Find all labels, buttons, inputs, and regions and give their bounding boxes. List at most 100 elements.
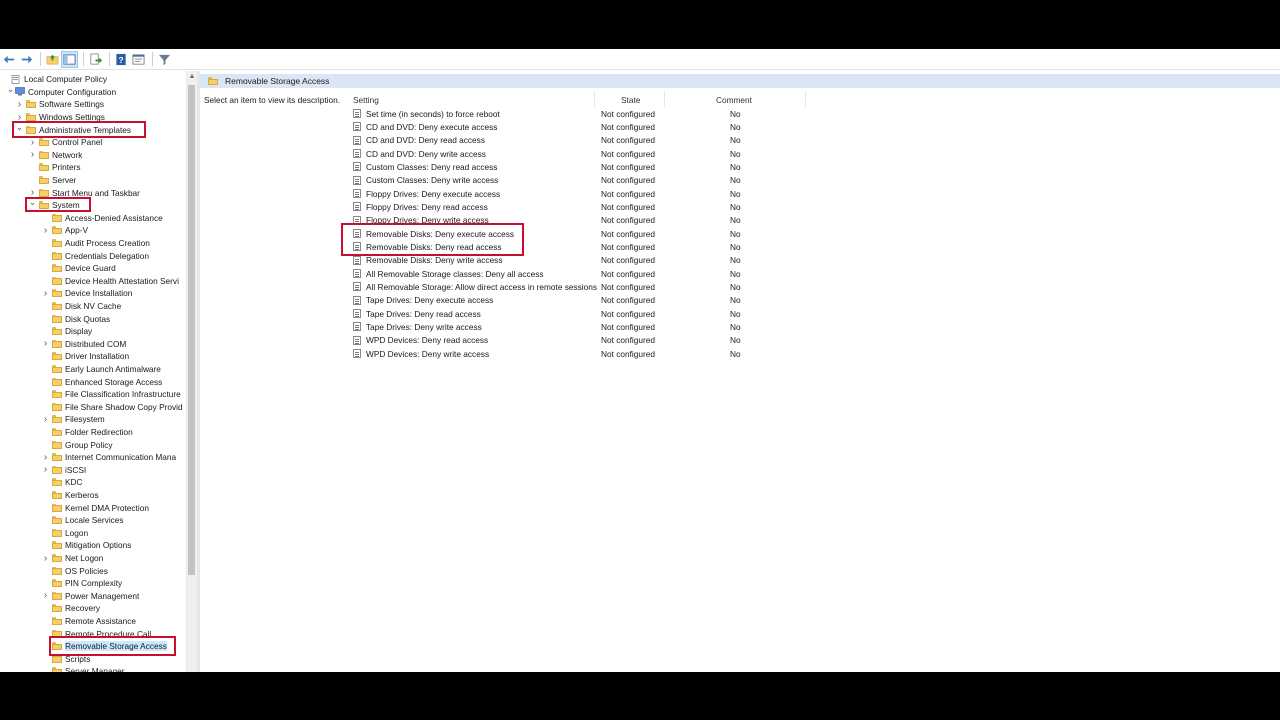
policy-row[interactable]: WPD Devices: Deny write access Not config… bbox=[349, 347, 849, 360]
tree-item[interactable]: Remote Assistance bbox=[0, 615, 197, 628]
tree-item[interactable]: File Share Shadow Copy Provid bbox=[0, 401, 197, 414]
chevron-right-icon[interactable]: › bbox=[41, 464, 50, 475]
tree-item[interactable]: › Internet Communication Mana bbox=[0, 451, 197, 464]
tree-item[interactable]: › Distributed COM bbox=[0, 338, 197, 351]
tree-item[interactable]: KDC bbox=[0, 476, 197, 489]
folder-icon bbox=[52, 491, 62, 500]
column-header-comment[interactable]: Comment bbox=[665, 91, 806, 107]
policy-row[interactable]: All Removable Storage classes: Deny all … bbox=[349, 267, 849, 280]
setting-comment: No bbox=[730, 295, 741, 306]
tree-item[interactable]: › App-V bbox=[0, 224, 197, 237]
chevron-right-icon[interactable]: › bbox=[41, 288, 50, 299]
tree-item[interactable]: Locale Services bbox=[0, 514, 197, 527]
tree-item[interactable]: Credentials Delegation bbox=[0, 249, 197, 262]
forward-icon[interactable] bbox=[19, 52, 34, 67]
chevron-right-icon[interactable]: › bbox=[41, 414, 50, 425]
folder-icon bbox=[52, 440, 62, 449]
tree-item[interactable]: Server Manager bbox=[0, 665, 197, 672]
policy-setting-icon bbox=[353, 255, 361, 265]
export-list-icon[interactable] bbox=[88, 52, 103, 67]
tree-item[interactable]: › Network bbox=[0, 149, 197, 162]
policy-row[interactable]: CD and DVD: Deny execute access Not confi… bbox=[349, 120, 849, 133]
scrollbar-thumb[interactable] bbox=[188, 85, 195, 575]
tree-item[interactable]: Recovery bbox=[0, 602, 197, 615]
chevron-right-icon[interactable]: › bbox=[41, 553, 50, 564]
chevron-down-icon[interactable]: ⌄ bbox=[6, 84, 15, 94]
tree-item[interactable]: Group Policy bbox=[0, 438, 197, 451]
tree-item[interactable]: Audit Process Creation bbox=[0, 237, 197, 250]
chevron-right-icon[interactable]: › bbox=[28, 137, 37, 148]
tree-item[interactable]: › iSCSI bbox=[0, 464, 197, 477]
policy-row[interactable]: Custom Classes: Deny read access Not conf… bbox=[349, 160, 849, 173]
policy-row[interactable]: CD and DVD: Deny read access Not configur… bbox=[349, 134, 849, 147]
policy-row[interactable]: Floppy Drives: Deny read access Not confi… bbox=[349, 200, 849, 213]
scroll-up-arrow-icon[interactable]: ▲ bbox=[188, 73, 196, 81]
tree-item[interactable]: Local Computer Policy bbox=[0, 73, 188, 86]
folder-icon bbox=[52, 516, 62, 525]
chevron-right-icon[interactable]: › bbox=[28, 149, 37, 160]
policy-row[interactable]: WPD Devices: Deny read access Not configu… bbox=[349, 334, 849, 347]
tree-item-label: Mitigation Options bbox=[65, 540, 132, 551]
setting-name: Removable Disks: Deny write access bbox=[366, 255, 503, 266]
tree-item[interactable]: Device Guard bbox=[0, 262, 197, 275]
tree-item[interactable]: Display bbox=[0, 325, 197, 338]
tree-item[interactable]: › Power Management bbox=[0, 590, 197, 603]
tree-item[interactable]: PIN Complexity bbox=[0, 577, 197, 590]
setting-comment: No bbox=[730, 161, 741, 172]
policy-row[interactable]: Floppy Drives: Deny execute access Not co… bbox=[349, 187, 849, 200]
chevron-right-icon[interactable]: › bbox=[15, 99, 24, 110]
policy-row[interactable]: Tape Drives: Deny write access Not config… bbox=[349, 320, 849, 333]
setting-name: WPD Devices: Deny write access bbox=[366, 348, 490, 359]
chevron-right-icon[interactable]: › bbox=[41, 452, 50, 463]
setting-state: Not configured bbox=[601, 295, 655, 306]
help-icon[interactable]: ? bbox=[114, 52, 129, 67]
tree-item[interactable]: › Software Settings bbox=[0, 98, 197, 111]
tree-item[interactable]: › Net Logon bbox=[0, 552, 197, 565]
tree-item[interactable]: Device Health Attestation Servi bbox=[0, 275, 197, 288]
tree-item[interactable]: OS Policies bbox=[0, 564, 197, 577]
column-header-setting[interactable]: Setting bbox=[349, 91, 595, 107]
filter-icon[interactable] bbox=[157, 52, 172, 67]
chevron-right-icon[interactable]: › bbox=[41, 225, 50, 236]
tree-item-label: Control Panel bbox=[52, 137, 103, 148]
tree-item[interactable]: › Filesystem bbox=[0, 413, 197, 426]
tree-item[interactable]: Early Launch Antimalware bbox=[0, 363, 197, 376]
setting-comment: No bbox=[730, 148, 741, 159]
properties-icon[interactable] bbox=[131, 52, 146, 67]
policy-row[interactable]: CD and DVD: Deny write access Not configu… bbox=[349, 147, 849, 160]
policy-row[interactable]: Set time (in seconds) to force reboot Not… bbox=[349, 107, 849, 120]
tree-item[interactable]: Kerberos bbox=[0, 489, 197, 502]
policy-row[interactable]: Tape Drives: Deny read access Not configu… bbox=[349, 307, 849, 320]
tree-item[interactable]: Access-Denied Assistance bbox=[0, 212, 197, 225]
setting-name: CD and DVD: Deny read access bbox=[366, 135, 485, 146]
tree-item[interactable]: Enhanced Storage Access bbox=[0, 375, 197, 388]
tree-item[interactable]: File Classification Infrastructure bbox=[0, 388, 197, 401]
chevron-right-icon[interactable]: › bbox=[41, 590, 50, 601]
tree-item[interactable]: Kernel DMA Protection bbox=[0, 501, 197, 514]
policy-row[interactable]: Custom Classes: Deny write access Not con… bbox=[349, 174, 849, 187]
column-header-state[interactable]: State bbox=[595, 91, 665, 107]
up-folder-icon[interactable] bbox=[45, 52, 60, 67]
group-policy-editor-window: ? Local Computer Policy ⌄ Computer Configu… bbox=[0, 49, 1280, 672]
back-icon[interactable] bbox=[2, 52, 17, 67]
policy-setting-icon bbox=[353, 162, 361, 172]
tree-item[interactable]: Disk NV Cache bbox=[0, 300, 197, 313]
tree-item[interactable]: Server bbox=[0, 174, 197, 187]
setting-name: Floppy Drives: Deny read access bbox=[366, 201, 488, 212]
tree-item[interactable]: Driver Installation bbox=[0, 350, 197, 363]
chevron-right-icon[interactable]: › bbox=[41, 338, 50, 349]
tree-item[interactable]: Disk Quotas bbox=[0, 312, 197, 325]
tree-item[interactable]: Mitigation Options bbox=[0, 539, 197, 552]
tree-scrollbar[interactable]: ▲ bbox=[186, 71, 197, 672]
policy-row[interactable]: Tape Drives: Deny execute access Not conf… bbox=[349, 294, 849, 307]
tree-item[interactable]: › Device Installation bbox=[0, 287, 197, 300]
tree-item[interactable]: Folder Redirection bbox=[0, 426, 197, 439]
policy-row[interactable]: All Removable Storage: Allow direct acce… bbox=[349, 280, 849, 293]
tree-item[interactable]: Printers bbox=[0, 161, 197, 174]
tree-item[interactable]: Logon bbox=[0, 527, 197, 540]
folder-icon bbox=[39, 150, 49, 159]
tree-item[interactable]: ⌄ Computer Configuration bbox=[0, 84, 192, 99]
show-hide-tree-icon[interactable] bbox=[61, 50, 78, 68]
svg-text:?: ? bbox=[118, 54, 123, 64]
